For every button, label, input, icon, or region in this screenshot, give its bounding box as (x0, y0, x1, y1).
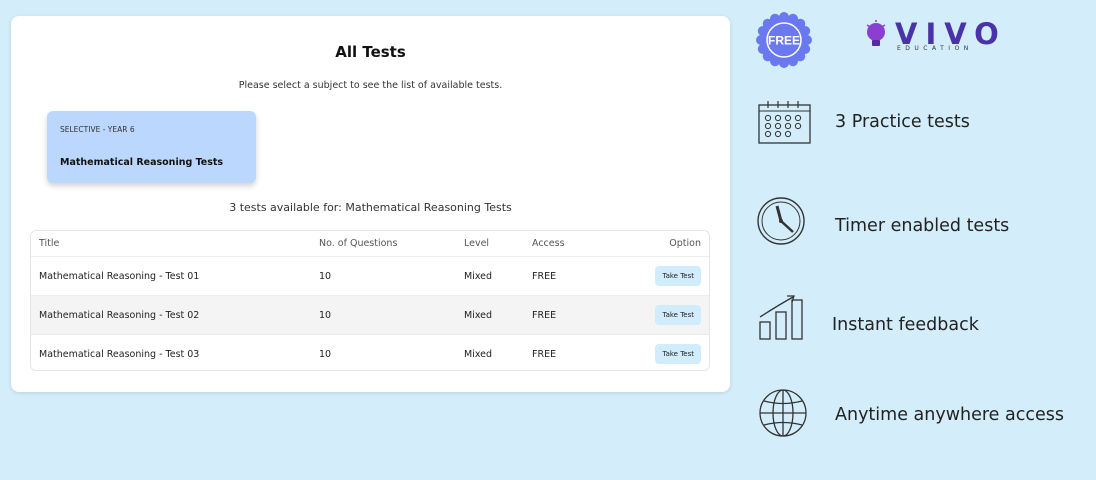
header-questions: No. of Questions (319, 238, 398, 249)
table-row: Mathematical Reasoning - Test 03 10 Mixe… (31, 335, 709, 370)
subject-category: SELECTIVE - YEAR 6 (60, 125, 135, 134)
header-level: Level (464, 238, 490, 249)
row-access: FREE (532, 309, 557, 321)
header-access: Access (532, 238, 565, 249)
free-badge-icon: FREE (756, 12, 812, 68)
feature-practice-tests: 3 Practice tests (835, 112, 970, 132)
take-test-button[interactable]: Take Test (655, 305, 701, 325)
row-questions: 10 (319, 270, 332, 282)
clock-icon (757, 197, 805, 245)
lightbulb-icon (866, 20, 886, 46)
bar-chart-icon (759, 295, 803, 340)
tests-table: Title No. of Questions Level Access Opti… (30, 230, 710, 371)
badge-text: FREE (768, 34, 800, 48)
row-access: FREE (532, 348, 557, 360)
row-option: Take Test (655, 257, 701, 295)
table-row: Mathematical Reasoning - Test 01 10 Mixe… (31, 257, 709, 296)
feature-instant-feedback: Instant feedback (832, 315, 979, 335)
row-option: Take Test (655, 296, 701, 334)
subject-card-mathematical-reasoning[interactable]: SELECTIVE - YEAR 6 Mathematical Reasonin… (47, 111, 256, 183)
header-option: Option (669, 238, 701, 249)
table-row: Mathematical Reasoning - Test 02 10 Mixe… (31, 296, 709, 335)
row-title: Mathematical Reasoning - Test 02 (39, 309, 200, 321)
tests-card: All Tests Please select a subject to see… (11, 16, 730, 392)
subject-name: Mathematical Reasoning Tests (60, 157, 224, 168)
page-subtitle: Please select a subject to see the list … (238, 80, 503, 91)
row-level: Mixed (464, 348, 493, 360)
row-level: Mixed (464, 270, 493, 282)
table-header-row: Title No. of Questions Level Access Opti… (31, 231, 709, 257)
take-test-button[interactable]: Take Test (655, 266, 701, 286)
row-option: Take Test (655, 335, 701, 370)
take-test-button[interactable]: Take Test (655, 344, 701, 364)
row-questions: 10 (319, 348, 332, 360)
feature-anytime-access: Anytime anywhere access (835, 405, 1064, 425)
globe-icon (759, 389, 807, 437)
row-level: Mixed (464, 309, 493, 321)
tests-count-text: 3 tests available for: Mathematical Reas… (229, 201, 512, 214)
row-questions: 10 (319, 309, 332, 321)
feature-timer-tests: Timer enabled tests (835, 216, 1010, 236)
logo-subtitle: EDUCATION (897, 45, 973, 52)
row-title: Mathematical Reasoning - Test 01 (39, 270, 200, 282)
row-access: FREE (532, 270, 557, 282)
row-title: Mathematical Reasoning - Test 03 (39, 348, 200, 360)
page-title: All Tests (335, 43, 406, 61)
calendar-icon (758, 101, 811, 144)
header-title: Title (39, 238, 60, 249)
